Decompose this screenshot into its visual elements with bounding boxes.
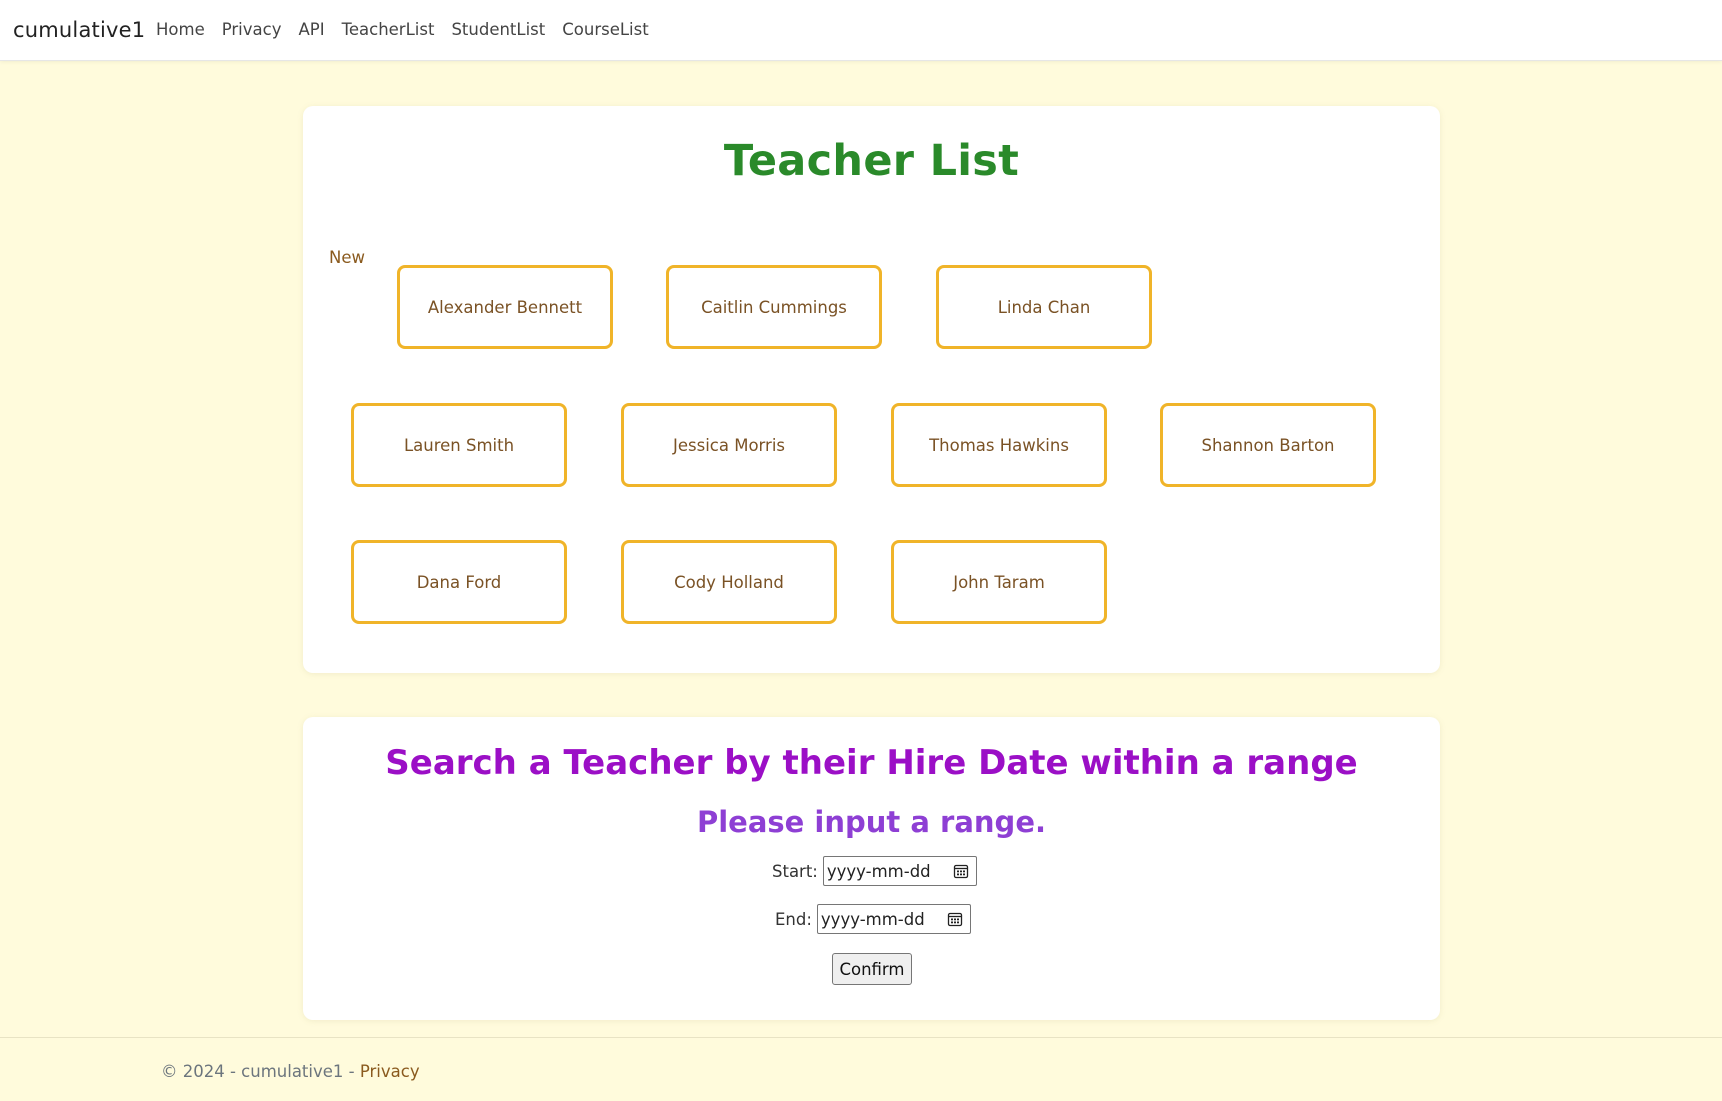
teacher-card-thomas-hawkins[interactable]: Thomas Hawkins bbox=[891, 403, 1107, 487]
teacher-card-alexander-bennett[interactable]: Alexander Bennett bbox=[397, 265, 613, 349]
teacher-card-jessica-morris[interactable]: Jessica Morris bbox=[621, 403, 837, 487]
navbar: cumulative1 Home Privacy API TeacherList… bbox=[0, 0, 1722, 61]
search-title: Search a Teacher by their Hire Date with… bbox=[385, 743, 1358, 783]
footer: © 2024 - cumulative1 - Privacy bbox=[0, 1037, 1722, 1101]
nav-link-home[interactable]: Home bbox=[156, 20, 205, 39]
teacher-card-cody-holland[interactable]: Cody Holland bbox=[621, 540, 837, 624]
teacher-card-shannon-barton[interactable]: Shannon Barton bbox=[1160, 403, 1376, 487]
confirm-button[interactable]: Confirm bbox=[832, 953, 912, 985]
nav-link-api[interactable]: API bbox=[298, 20, 324, 39]
teacher-list-card: Teacher List New Alexander Bennett Caitl… bbox=[303, 106, 1440, 673]
nav-links: Home Privacy API TeacherList StudentList… bbox=[156, 20, 666, 39]
search-subtitle: Please input a range. bbox=[696, 805, 1047, 839]
end-date-row: End: bbox=[775, 904, 971, 934]
teacher-card-dana-ford[interactable]: Dana Ford bbox=[351, 540, 567, 624]
footer-privacy-link[interactable]: Privacy bbox=[360, 1062, 420, 1081]
teacher-card-lauren-smith[interactable]: Lauren Smith bbox=[351, 403, 567, 487]
nav-link-studentlist[interactable]: StudentList bbox=[451, 20, 545, 39]
end-date-box bbox=[816, 904, 971, 934]
nav-link-courselist[interactable]: CourseList bbox=[562, 20, 648, 39]
footer-text: © 2024 - cumulative1 - Privacy bbox=[161, 1062, 420, 1081]
teacher-card-caitlin-cummings[interactable]: Caitlin Cummings bbox=[666, 265, 882, 349]
page-title: Teacher List bbox=[723, 136, 1020, 186]
start-date-box bbox=[822, 856, 977, 886]
end-date-input[interactable] bbox=[820, 906, 939, 932]
start-date-input[interactable] bbox=[826, 858, 945, 884]
calendar-icon[interactable] bbox=[953, 863, 969, 879]
start-date-label: Start: bbox=[772, 861, 818, 881]
end-date-label: End: bbox=[775, 909, 812, 929]
brand-link[interactable]: cumulative1 bbox=[13, 18, 145, 42]
new-teacher-link[interactable]: New bbox=[329, 248, 365, 267]
nav-link-teacherlist[interactable]: TeacherList bbox=[342, 20, 435, 39]
teacher-card-linda-chan[interactable]: Linda Chan bbox=[936, 265, 1152, 349]
calendar-icon[interactable] bbox=[947, 911, 963, 927]
teacher-card-john-taram[interactable]: John Taram bbox=[891, 540, 1107, 624]
start-date-row: Start: bbox=[772, 856, 977, 886]
footer-copyright: © 2024 - cumulative1 - bbox=[161, 1062, 360, 1081]
hire-date-search-card: Search a Teacher by their Hire Date with… bbox=[303, 717, 1440, 1020]
nav-link-privacy[interactable]: Privacy bbox=[222, 20, 282, 39]
